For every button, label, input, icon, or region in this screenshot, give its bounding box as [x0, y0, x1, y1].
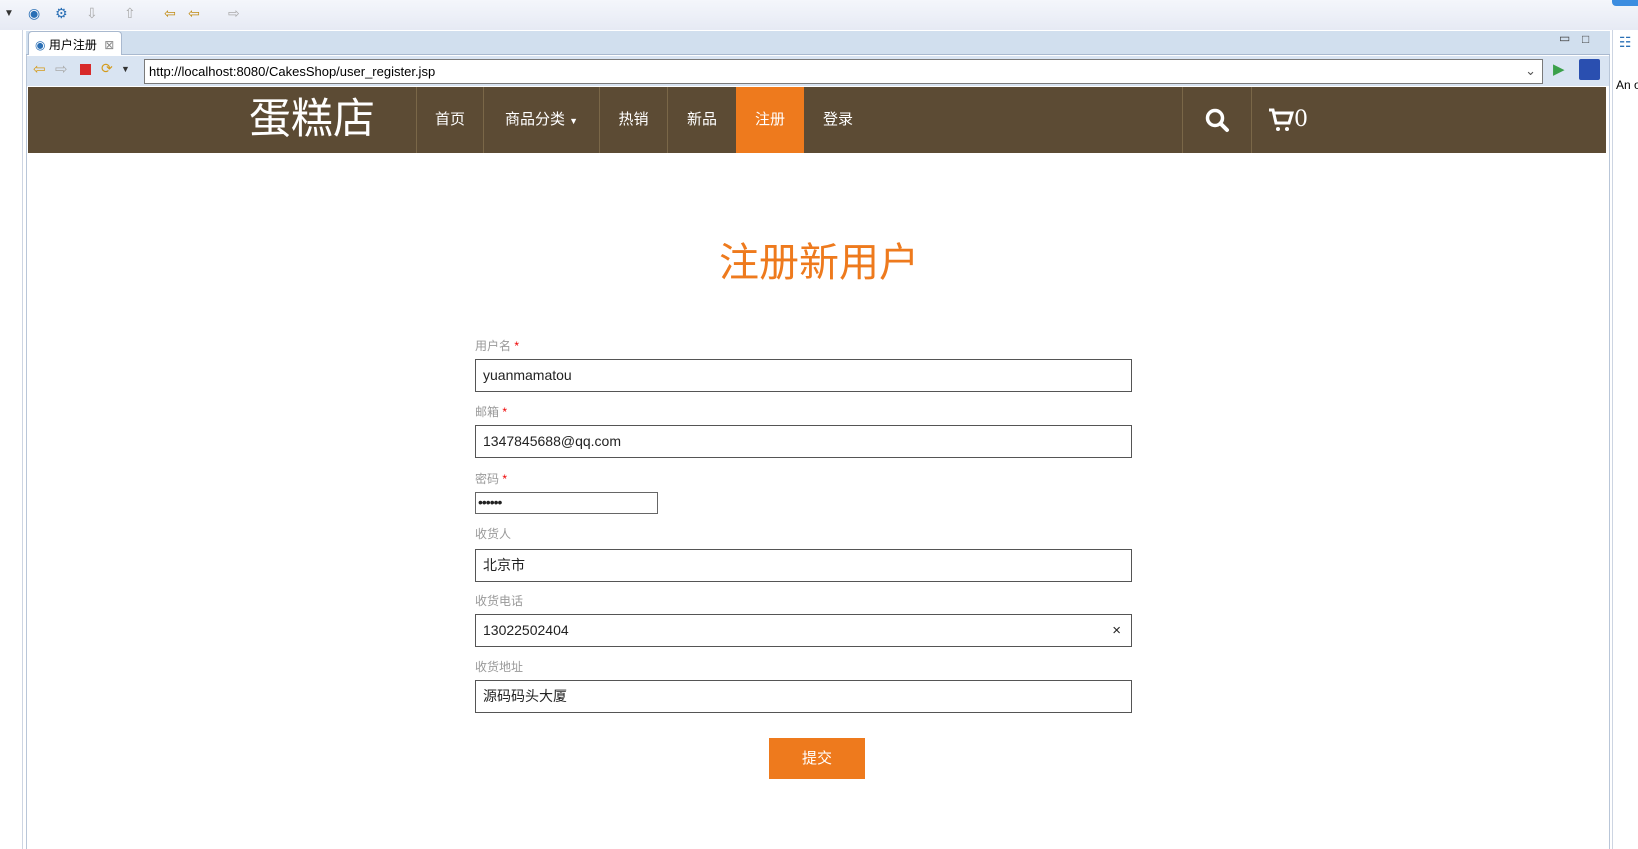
username-input[interactable]: yuanmamatou	[475, 359, 1132, 392]
page-title: 注册新用户	[719, 240, 919, 286]
phone-label: 收货电话	[475, 594, 524, 608]
prev-annotation-icon[interactable]: ⇧	[124, 5, 136, 22]
site-logo[interactable]: 蛋糕店	[249, 87, 375, 151]
perspective-indicator	[1612, 0, 1638, 6]
back-icon[interactable]: ⇦	[33, 60, 46, 78]
refresh-icon[interactable]: ⟳	[101, 60, 113, 77]
phone-value: 13022502404	[483, 622, 569, 638]
eclipse-icon[interactable]	[1579, 59, 1600, 80]
search-button[interactable]	[1182, 87, 1251, 153]
globe-icon[interactable]: ◉	[28, 5, 40, 22]
left-panel	[0, 30, 23, 849]
back-icon[interactable]: ⇦	[188, 5, 200, 22]
globe-icon: ◉	[35, 38, 46, 52]
cart-button[interactable]: 0	[1251, 87, 1321, 153]
tab-title: 用户注册	[48, 38, 97, 52]
username-label: 用户名 *	[475, 339, 520, 353]
caret-down-icon: ▼	[569, 116, 579, 126]
required-mark: *	[502, 472, 508, 486]
email-input[interactable]: 1347845688@qq.com	[475, 425, 1132, 458]
phone-input[interactable]: 13022502404 ×	[475, 614, 1132, 647]
clear-icon[interactable]: ×	[1112, 615, 1121, 646]
go-icon[interactable]: ▶	[1553, 60, 1565, 78]
panel-message: An o	[1616, 78, 1638, 92]
maximize-icon[interactable]: □	[1582, 32, 1589, 46]
url-text: http://localhost:8080/CakesShop/user_reg…	[149, 64, 436, 79]
outline-icon[interactable]: ☷	[1619, 34, 1632, 51]
nav-label: 登录	[822, 111, 853, 128]
search-icon	[1205, 108, 1229, 133]
password-label: 密码 *	[475, 472, 508, 486]
nav-label: 新品	[686, 111, 717, 128]
nav-new[interactable]: 新品	[667, 87, 736, 153]
nav-label: 首页	[434, 111, 465, 128]
run-server-icon[interactable]: ⚙	[55, 5, 68, 22]
dropdown-icon[interactable]: ▼	[121, 64, 130, 74]
receiver-label: 收货人	[475, 527, 512, 541]
close-tab-icon[interactable]: ⊠	[104, 38, 114, 52]
stop-icon[interactable]	[80, 64, 91, 75]
address-input[interactable]: 源码码头大厦	[475, 680, 1132, 713]
nav-label: 商品分类	[504, 111, 565, 128]
nav-register[interactable]: 注册	[736, 87, 804, 153]
nav-home[interactable]: 首页	[416, 87, 483, 153]
nav-categories[interactable]: 商品分类 ▼	[483, 87, 599, 153]
nav-login[interactable]: 登录	[804, 87, 872, 153]
forward-icon[interactable]: ⇨	[228, 5, 240, 22]
forward-icon[interactable]: ⇨	[55, 60, 68, 78]
tab-user-register[interactable]: ◉ 用户注册 ⊠	[28, 31, 122, 55]
chevron-down-icon[interactable]: ⌄	[1525, 63, 1536, 79]
ide-toolbar: ▼ ◉ ⚙ ⇩ ⇧ ⇦ ⇦ ⇨	[0, 0, 1638, 30]
last-edit-icon[interactable]: ⇦	[164, 5, 176, 22]
address-label: 收货地址	[475, 660, 524, 674]
url-input[interactable]: http://localhost:8080/CakesShop/user_reg…	[144, 59, 1543, 84]
next-annotation-icon[interactable]: ⇩	[86, 5, 98, 22]
editor-tab-bar: ▭ □	[26, 31, 1610, 55]
nav-hot[interactable]: 热销	[599, 87, 667, 153]
cart-icon	[1269, 108, 1295, 132]
receiver-input[interactable]: 北京市	[475, 549, 1132, 582]
minimize-icon[interactable]: ▭	[1559, 31, 1570, 45]
required-mark: *	[502, 405, 508, 419]
password-input[interactable]: ••••••	[475, 492, 658, 514]
right-panel: ☷ An o	[1612, 30, 1638, 849]
nav-label: 热销	[618, 111, 649, 128]
dropdown-icon[interactable]: ▼	[4, 8, 14, 19]
required-mark: *	[514, 339, 520, 353]
submit-button[interactable]: 提交	[769, 738, 865, 779]
nav-label: 注册	[754, 111, 785, 128]
email-label: 邮箱 *	[475, 405, 508, 419]
cart-count: 0	[1294, 107, 1308, 133]
